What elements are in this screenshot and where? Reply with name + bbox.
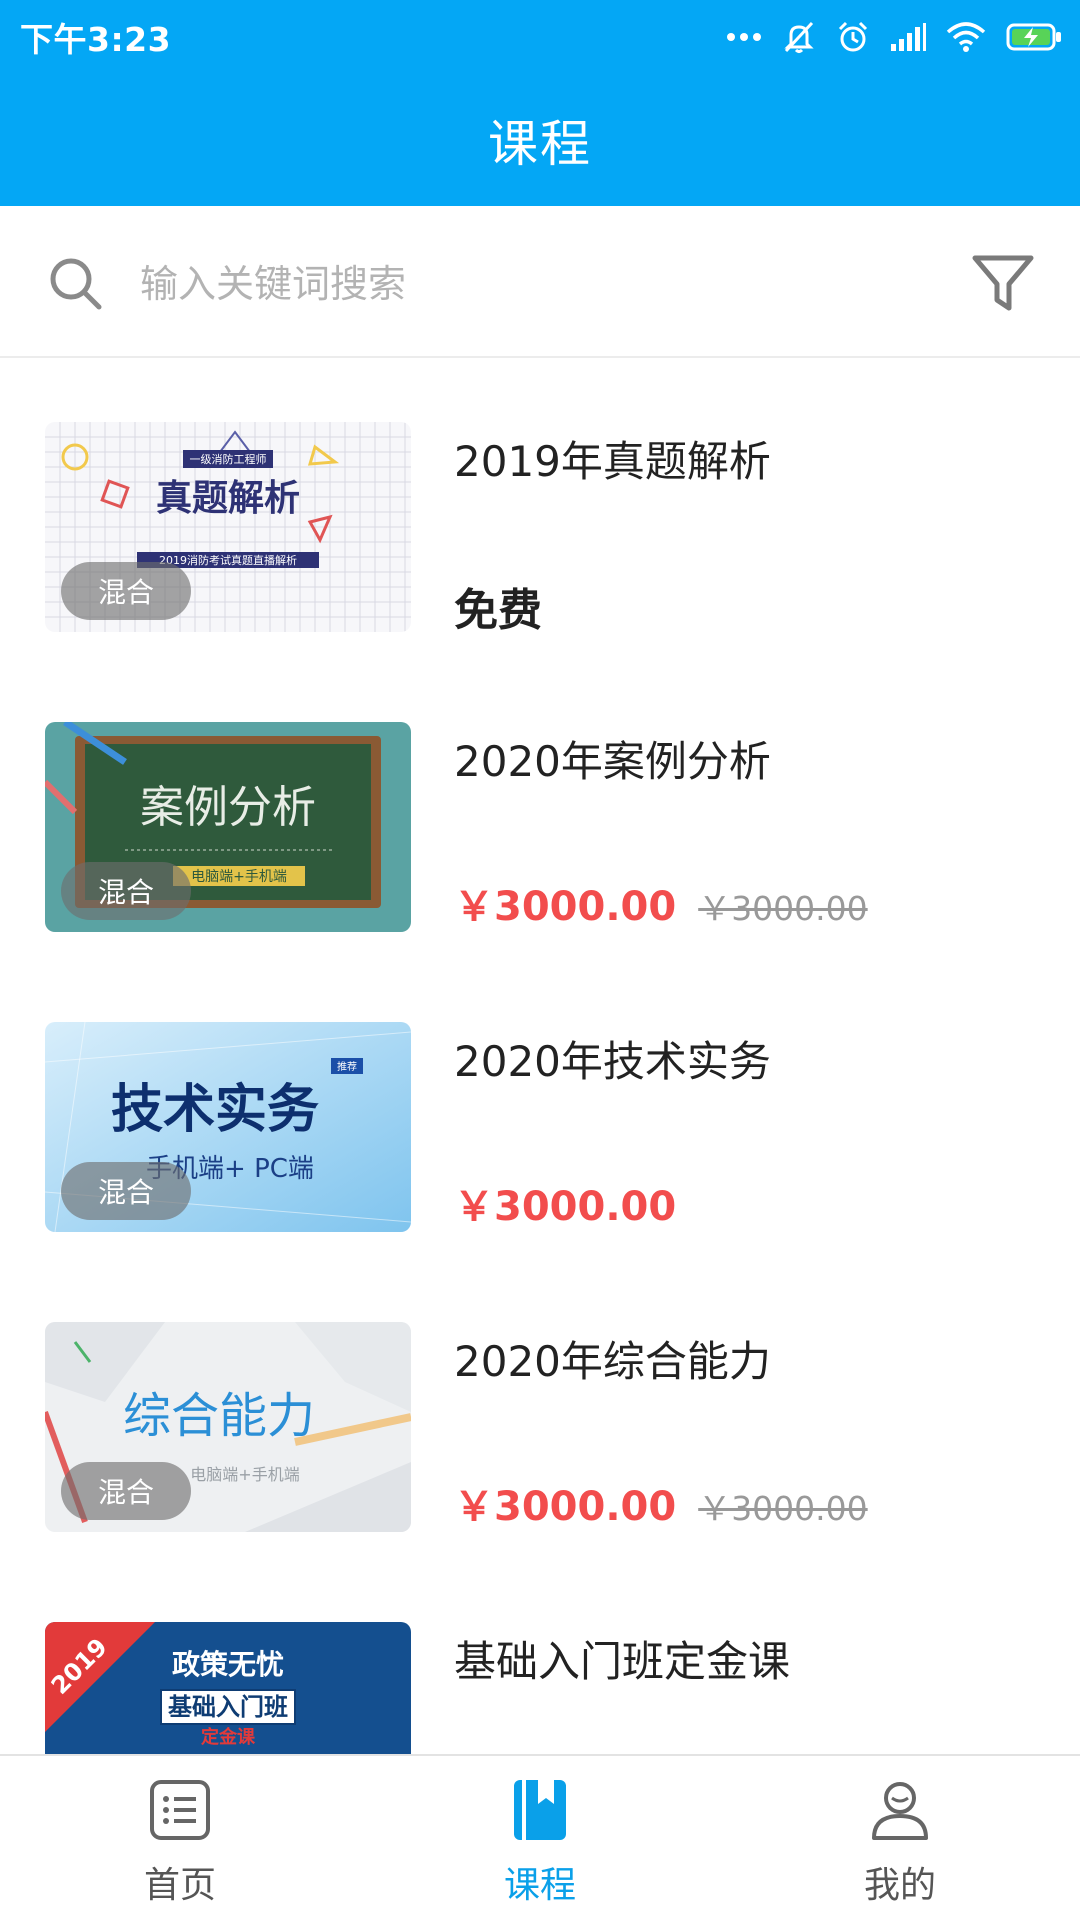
thumb-tag: 定金课: [201, 1726, 256, 1748]
user-icon: [868, 1778, 932, 1846]
type-badge: 混合: [61, 1462, 191, 1520]
thumb-main-text: 真题解析: [156, 478, 300, 519]
course-title: 基础入门班定金课: [454, 1637, 791, 1686]
course-price: ￥3000.00: [454, 884, 677, 930]
more-dots-icon: [726, 31, 762, 43]
course-title: 2019年真题解析: [454, 437, 771, 486]
tab-courses[interactable]: 课程: [360, 1756, 720, 1920]
course-item[interactable]: 2019 政策无忧 基础入门班 定金课 基础入门班定金课: [0, 1560, 1080, 1754]
tab-mine[interactable]: 我的: [720, 1756, 1080, 1920]
type-badge: 混合: [61, 562, 191, 620]
bottom-tab-bar: 首页 课程 我的: [0, 1754, 1080, 1920]
price-row: ￥3000.00 ￥3000.00: [454, 1474, 868, 1532]
thumb-sub-text: 基础入门班: [168, 1693, 288, 1721]
tab-label: 首页: [143, 1865, 216, 1906]
filter-icon[interactable]: [970, 250, 1036, 320]
price-row: 免费: [454, 574, 542, 638]
course-item[interactable]: 一级消防工程师 真题解析 2019消防考试真题直播解析 混合 2019年真题解析…: [0, 360, 1080, 660]
tab-home[interactable]: 首页: [0, 1756, 360, 1920]
search-bar: [0, 206, 1080, 358]
type-badge: 混合: [61, 862, 191, 920]
page-title: 课程: [488, 115, 592, 173]
course-price: ￥3000.00: [454, 1484, 677, 1530]
wifi-icon: [946, 21, 986, 53]
thumb-main-text: 综合能力: [123, 1388, 315, 1444]
thumb-main-text: 政策无忧: [172, 1648, 284, 1681]
course-original-price: ￥3000.00: [698, 1489, 868, 1528]
course-original-price: ￥3000.00: [698, 889, 868, 928]
course-list: 一级消防工程师 真题解析 2019消防考试真题直播解析 混合 2019年真题解析…: [0, 360, 1080, 1754]
course-thumbnail: 综合能力 电脑端+手机端 混合: [45, 1322, 411, 1532]
course-thumbnail: 一级消防工程师 真题解析 2019消防考试真题直播解析 混合: [45, 422, 411, 632]
thumb-sub-text: 电脑端+手机端: [190, 1465, 299, 1484]
course-thumbnail: 案例分析 电脑端+手机端 混合: [45, 722, 411, 932]
course-item[interactable]: 综合能力 电脑端+手机端 混合 2020年综合能力 ￥3000.00 ￥3000…: [0, 1260, 1080, 1560]
thumb-sub-text: 2019消防考试真题直播解析: [159, 553, 297, 567]
thumb-art-policy: 2019 政策无忧 基础入门班 定金课: [45, 1622, 411, 1754]
thumb-main-text: 技术实务: [111, 1080, 319, 1140]
signal-icon: [890, 22, 926, 52]
list-icon: [148, 1778, 212, 1846]
thumb-tag: 一级消防工程师: [190, 452, 267, 466]
thumb-tag: 推荐: [337, 1060, 357, 1073]
price-row: ￥3000.00 ￥3000.00: [454, 874, 868, 932]
course-thumbnail: 推荐 技术实务 手机端+ PC端 混合: [45, 1022, 411, 1232]
battery-charging-icon: [1006, 23, 1062, 51]
course-item[interactable]: 推荐 技术实务 手机端+ PC端 混合 2020年技术实务 ￥3000.00: [0, 960, 1080, 1260]
bookmark-book-icon: [508, 1778, 572, 1846]
app-header: 下午3:23 课程: [0, 0, 1080, 206]
tab-label: 我的: [863, 1865, 936, 1906]
tab-label: 课程: [503, 1865, 576, 1906]
title-bar: 课程: [0, 74, 1080, 206]
course-title: 2020年案例分析: [454, 737, 771, 786]
thumb-main-text: 案例分析: [140, 782, 316, 833]
course-thumbnail: 2019 政策无忧 基础入门班 定金课: [45, 1622, 411, 1754]
status-icons: [726, 20, 1062, 54]
status-time: 下午3:23: [20, 20, 172, 59]
status-bar: 下午3:23: [0, 0, 1080, 74]
mute-icon: [782, 20, 816, 54]
course-item[interactable]: 案例分析 电脑端+手机端 混合 2020年案例分析 ￥3000.00 ￥3000…: [0, 660, 1080, 960]
alarm-icon: [836, 20, 870, 54]
course-title: 2020年技术实务: [454, 1037, 771, 1086]
course-title: 2020年综合能力: [454, 1337, 771, 1386]
thumb-sub-text: 电脑端+手机端: [191, 869, 287, 885]
price-row: ￥3000.00: [454, 1174, 676, 1232]
search-icon[interactable]: [46, 254, 106, 318]
search-input[interactable]: [140, 254, 920, 314]
type-badge: 混合: [61, 1162, 191, 1220]
course-price: ￥3000.00: [454, 1184, 677, 1230]
course-price: 免费: [454, 585, 542, 636]
